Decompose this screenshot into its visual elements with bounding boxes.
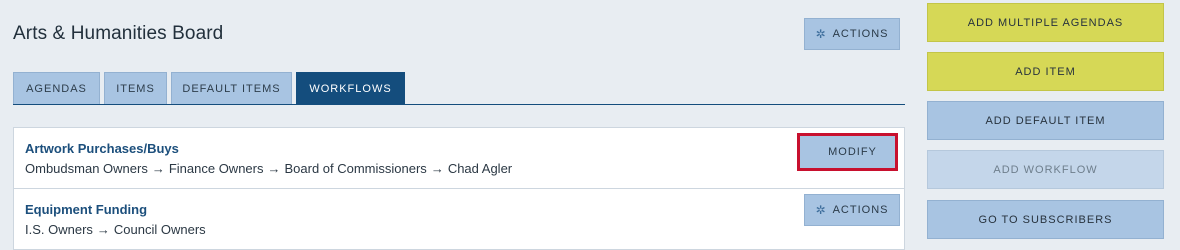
workflow-steps: I.S. Owners → Council Owners — [25, 222, 206, 237]
workflow-name[interactable]: Equipment Funding — [25, 202, 147, 217]
tab-items[interactable]: ITEMS — [104, 72, 167, 104]
add-workflow-button[interactable]: ADD WORKFLOW — [927, 150, 1164, 189]
workflow-list: Artwork Purchases/Buys Ombudsman Owners →… — [13, 127, 905, 250]
go-to-subscribers-button[interactable]: GO TO SUBSCRIBERS — [927, 200, 1164, 239]
arrow-right-icon: → — [430, 161, 444, 176]
workflow-actions-button[interactable]: ✲ ACTIONS — [804, 194, 900, 226]
tab-agendas[interactable]: AGENDAS — [13, 72, 100, 104]
tab-default-items[interactable]: DEFAULT ITEMS — [171, 72, 292, 104]
add-multiple-agendas-button[interactable]: ADD MULTIPLE AGENDAS — [927, 3, 1164, 42]
arrow-right-icon: → — [96, 222, 110, 237]
workflow-row: Equipment Funding I.S. Owners → Council Ow… — [13, 188, 905, 250]
arrow-right-icon: → — [151, 161, 165, 176]
board-actions-button[interactable]: ✲ ACTIONS — [804, 18, 900, 50]
workflow-step: Board of Commissioners — [284, 161, 427, 176]
workflow-step: Finance Owners — [168, 161, 264, 176]
modify-button-label: MODIFY — [828, 146, 877, 158]
tab-bar: AGENDAS ITEMS DEFAULT ITEMS WORKFLOWS — [13, 72, 405, 104]
workflow-steps: Ombudsman Owners → Finance Owners → Board of… — [25, 161, 512, 176]
workflow-row: Artwork Purchases/Buys Ombudsman Owners →… — [13, 127, 905, 189]
workflow-step: Ombudsman Owners — [25, 161, 148, 176]
workflow-step: Chad Agler — [447, 161, 513, 176]
workflow-step: I.S. Owners — [25, 222, 93, 237]
gear-icon: ✲ — [815, 203, 827, 217]
gear-icon: ✲ — [815, 27, 827, 41]
arrow-right-icon: → — [267, 161, 281, 176]
modify-button[interactable]: MODIFY — [797, 133, 898, 171]
tab-divider — [13, 104, 905, 105]
workflow-name[interactable]: Artwork Purchases/Buys — [25, 141, 179, 156]
add-default-item-button[interactable]: ADD DEFAULT ITEM — [927, 101, 1164, 140]
add-item-button[interactable]: ADD ITEM — [927, 52, 1164, 91]
page-title: Arts & Humanities Board — [13, 23, 224, 44]
tab-workflows[interactable]: WORKFLOWS — [296, 72, 405, 104]
board-actions-label: ACTIONS — [832, 28, 889, 40]
workflow-actions-label: ACTIONS — [832, 204, 889, 216]
workflow-step: Council Owners — [113, 222, 206, 237]
